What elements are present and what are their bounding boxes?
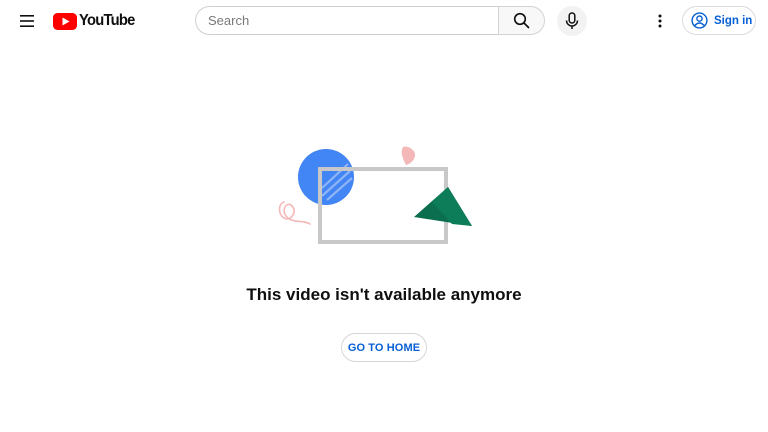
logo-wordmark: YouTube	[79, 12, 135, 29]
top-bar: YouTube Sign in	[0, 0, 768, 42]
pink-swirl-shape	[278, 201, 311, 225]
microphone-icon	[565, 12, 579, 29]
sign-in-label: Sign in	[714, 14, 753, 27]
search-button[interactable]	[498, 6, 545, 35]
account-circle-icon	[691, 12, 708, 29]
vertical-dots-icon	[658, 14, 662, 28]
search-icon	[513, 12, 530, 29]
guide-menu-button[interactable]	[13, 7, 41, 35]
sign-in-button[interactable]: Sign in	[682, 6, 756, 35]
youtube-play-logo-icon	[53, 12, 77, 30]
search-input[interactable]	[195, 6, 499, 35]
error-message: This video isn't available anymore	[246, 285, 522, 304]
settings-menu-button[interactable]	[647, 8, 673, 34]
blue-circle-shape	[298, 149, 354, 205]
pink-leaf-shape	[401, 146, 416, 165]
broken-video-illustration	[278, 146, 472, 244]
hamburger-menu-icon	[20, 15, 34, 27]
voice-search-button[interactable]	[557, 6, 587, 36]
go-to-home-button[interactable]: GO TO HOME	[341, 333, 427, 362]
youtube-logo[interactable]: YouTube	[53, 10, 139, 32]
search-box	[195, 6, 545, 35]
